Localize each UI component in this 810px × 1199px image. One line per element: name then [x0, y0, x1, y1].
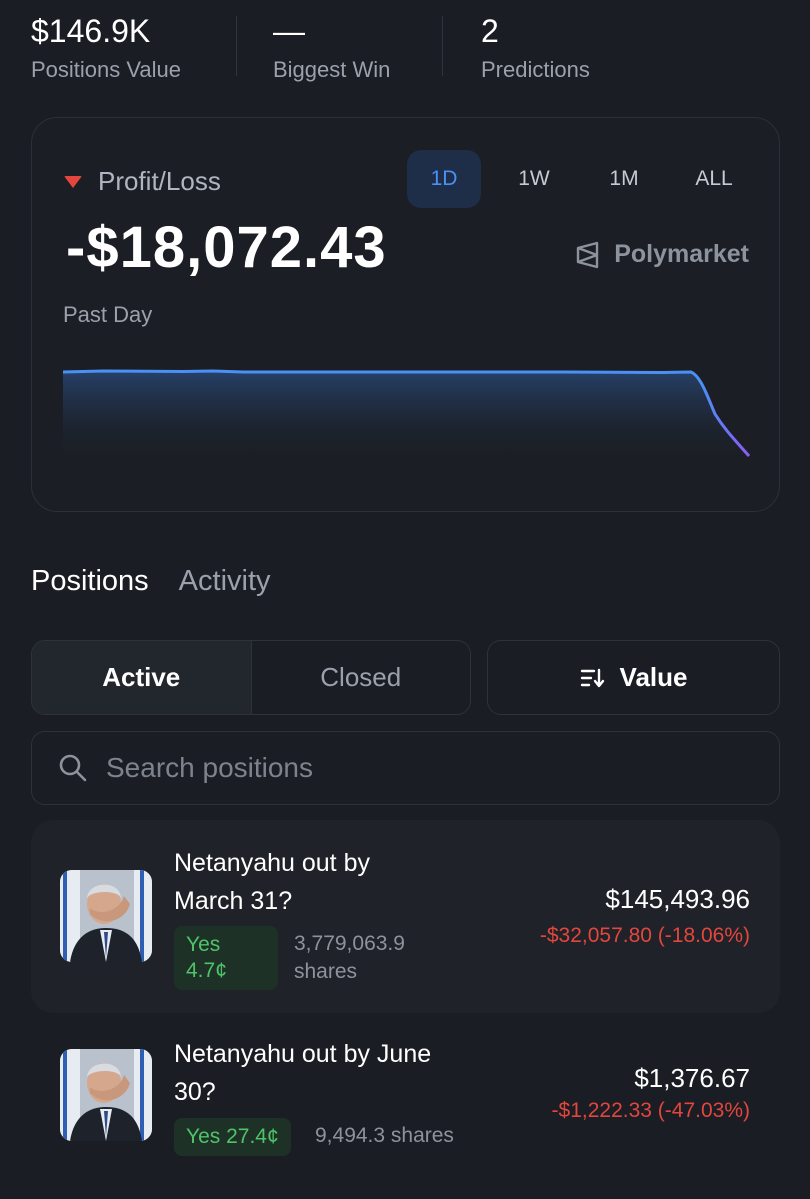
portfolio-page: $146.9K Positions Value — Biggest Win 2 …	[0, 0, 810, 1199]
pnl-header: Profit/Loss	[64, 166, 221, 197]
stat-biggest-win: — Biggest Win	[273, 12, 390, 84]
outcome-price: 4.7¢	[186, 959, 227, 982]
sort-label: Value	[619, 662, 688, 692]
stat-value: $146.9K	[31, 13, 151, 49]
position-title-line: March 31?	[174, 887, 293, 915]
stat-value: —	[273, 13, 305, 49]
trend-down-icon	[64, 175, 82, 188]
range-selector: 1D 1W 1M ALL	[407, 150, 751, 208]
sort-icon	[580, 668, 604, 687]
stat-positions-value: $146.9K Positions Value	[31, 12, 181, 84]
pnl-period: Past Day	[63, 302, 153, 327]
brand-name: Polymarket	[614, 240, 749, 268]
section-tabs: Positions Activity	[31, 565, 271, 598]
divider	[236, 16, 237, 76]
stat-label: Positions Value	[31, 57, 182, 82]
range-all-button[interactable]: ALL	[677, 150, 751, 208]
position-row[interactable]: Netanyahu out by March 31? Yes 4.7¢ 3,77…	[31, 820, 780, 1013]
position-title[interactable]: Netanyahu out by March 31?	[174, 844, 370, 920]
pnl-area	[63, 371, 749, 468]
shares-amount: 3,779,063.9	[294, 932, 405, 955]
pnl-chart	[63, 369, 751, 468]
stat-label: Predictions	[481, 57, 590, 82]
polymarket-brand: Polymarket	[574, 240, 749, 269]
position-pnl: -$1,222.33 (-47.03%)	[551, 1099, 750, 1122]
position-value: $145,493.96	[605, 884, 750, 914]
stat-label: Biggest Win	[273, 57, 391, 82]
position-pnl: -$32,057.80 (-18.06%)	[539, 924, 750, 947]
sort-value-button[interactable]: Value	[487, 640, 780, 715]
pnl-label: Profit/Loss	[98, 166, 221, 196]
stat-predictions: 2 Predictions	[481, 12, 590, 84]
outcome-badge: Yes 27.4¢	[174, 1118, 291, 1156]
position-value: $1,376.67	[634, 1063, 750, 1093]
divider	[442, 16, 443, 76]
position-row[interactable]: Netanyahu out by June 30? Yes 27.4¢ 9,49…	[31, 1025, 780, 1175]
range-1m-button[interactable]: 1M	[587, 150, 661, 208]
status-filter: Active Closed	[31, 640, 471, 715]
profit-loss-card: Profit/Loss 1D 1W 1M ALL -$18,072.43 Pol…	[31, 117, 780, 512]
filter-active-button[interactable]: Active	[32, 641, 252, 714]
shares-count: 3,779,063.9 shares	[294, 930, 405, 986]
filter-closed-button[interactable]: Closed	[252, 641, 471, 714]
market-image	[60, 870, 152, 962]
shares-count: 9,494.3 shares	[315, 1124, 454, 1147]
market-avatar	[60, 1049, 152, 1141]
polymarket-logo-icon	[577, 241, 599, 268]
outcome-name: Yes	[186, 933, 221, 956]
position-title-line: Netanyahu out by June	[174, 1040, 432, 1068]
market-image	[60, 1049, 152, 1141]
stat-value: 2	[481, 13, 499, 49]
search-input[interactable]	[106, 752, 726, 784]
outcome-badge: Yes 4.7¢	[174, 926, 278, 990]
search-box	[31, 731, 780, 805]
tab-positions[interactable]: Positions	[31, 565, 149, 598]
market-avatar	[60, 870, 152, 962]
position-title-line: 30?	[174, 1078, 216, 1106]
position-title[interactable]: Netanyahu out by June 30?	[174, 1035, 431, 1111]
shares-unit: shares	[294, 960, 358, 983]
range-1d-button[interactable]: 1D	[407, 150, 481, 208]
position-title-line: Netanyahu out by	[174, 849, 370, 877]
tab-activity[interactable]: Activity	[179, 565, 271, 598]
search-icon	[59, 754, 87, 782]
pnl-value: -$18,072.43	[66, 215, 387, 280]
stats-row: $146.9K Positions Value — Biggest Win 2 …	[0, 0, 810, 100]
range-1w-button[interactable]: 1W	[497, 150, 571, 208]
